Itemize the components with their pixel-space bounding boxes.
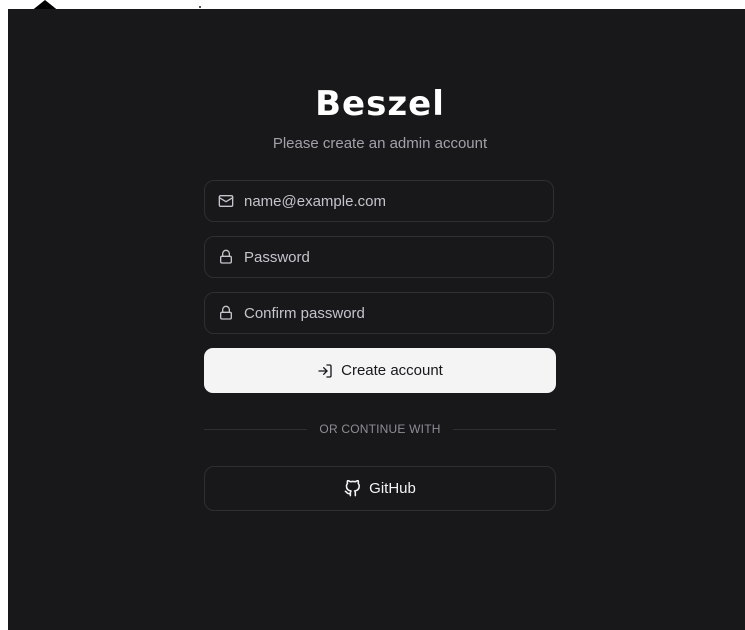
create-account-label: Create account [341,362,443,379]
password-input[interactable] [244,248,524,266]
stray-dot [199,6,201,8]
divider-line-right [452,428,557,430]
lock-icon [217,304,235,322]
mail-icon [217,192,235,210]
github-button[interactable]: GitHub [204,466,556,511]
confirm-password-input[interactable] [244,304,524,322]
confirm-password-field[interactable] [204,292,554,334]
divider: OR CONTINUE WITH [204,421,557,437]
email-field[interactable] [204,180,554,222]
lock-icon [217,248,235,266]
email-input[interactable] [244,192,524,210]
log-in-icon [317,363,333,379]
divider-line-left [204,428,308,430]
brand-logo: Beszel [315,84,445,124]
app-window: Beszel Please create an admin account na… [8,9,745,630]
github-label: GitHub [369,480,416,497]
password-field[interactable] [204,236,554,278]
create-account-button[interactable]: Create account [204,348,556,393]
divider-label: OR CONTINUE WITH [319,422,441,436]
page-subtitle: Please create an admin account [272,135,488,152]
github-icon [344,480,361,497]
